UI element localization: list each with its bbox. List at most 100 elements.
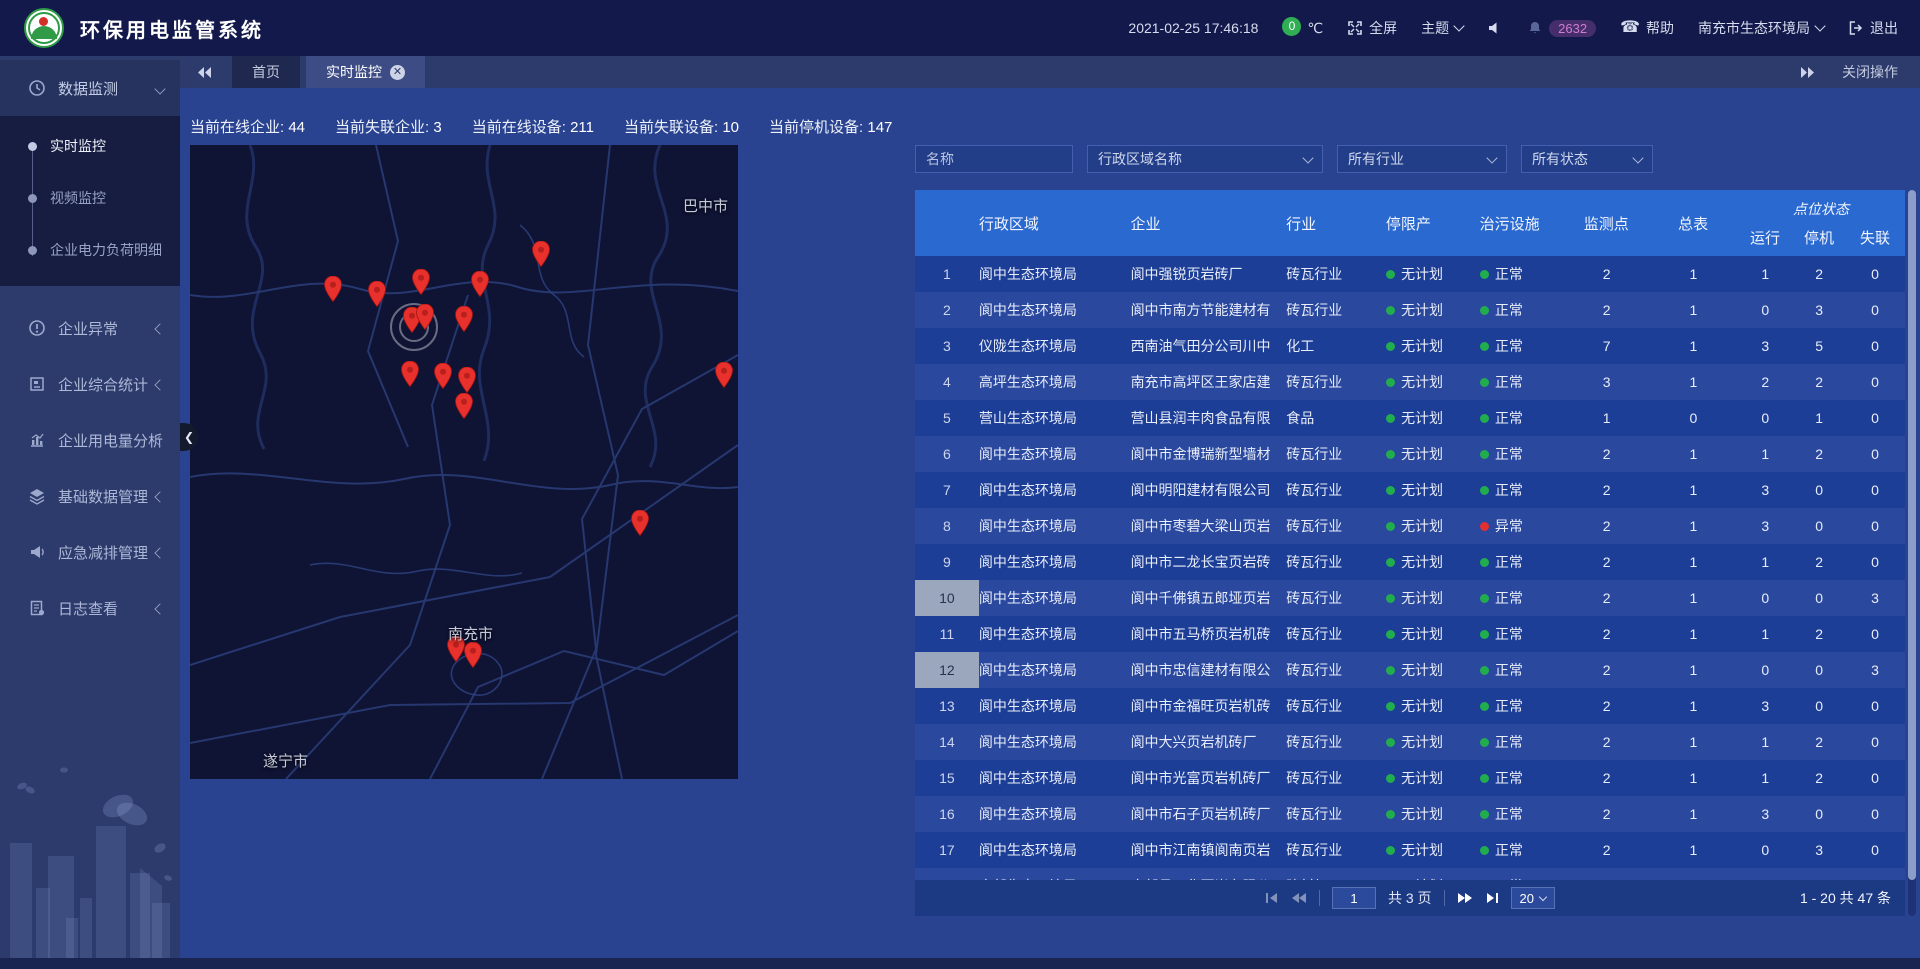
- column-header-index: [915, 190, 979, 256]
- cell-production: 无计划: [1378, 760, 1472, 796]
- cell-monitor-points: 2: [1564, 724, 1650, 760]
- cell-industry: 食品: [1286, 400, 1378, 436]
- logout-button[interactable]: 退出: [1848, 18, 1898, 38]
- table-row[interactable]: 4高坪生态环境局南充市高坪区王家店建砖瓦行业无计划正常31220: [915, 364, 1905, 400]
- table-row[interactable]: 14阆中生态环境局阆中大兴页岩机砖厂砖瓦行业无计划正常21120: [915, 724, 1905, 760]
- table-row[interactable]: 10阆中生态环境局阆中千佛镇五郎垭页岩砖瓦行业无计划正常21003: [915, 580, 1905, 616]
- cell-treatment: 正常: [1472, 400, 1564, 436]
- tabs-scroll-right-button[interactable]: [1800, 67, 1816, 78]
- megaphone-icon: [28, 543, 46, 561]
- theme-dropdown[interactable]: 主题: [1421, 18, 1463, 38]
- column-header-region: 行政区域: [979, 190, 1131, 256]
- cell-company: 阆中明阳建材有限公司: [1131, 472, 1287, 508]
- table-row[interactable]: 8阆中生态环境局阆中市枣碧大梁山页岩砖瓦行业无计划异常21300: [915, 508, 1905, 544]
- cell-stopped: 3: [1793, 292, 1845, 328]
- scrollbar-thumb[interactable]: [1908, 190, 1916, 880]
- first-page-button[interactable]: [1265, 892, 1279, 904]
- map-pin[interactable]: [368, 281, 386, 307]
- phone-icon: ☎: [1620, 20, 1640, 36]
- cell-production: 无计划: [1378, 508, 1472, 544]
- map-pin[interactable]: [412, 269, 430, 295]
- status-dot-icon: [1480, 666, 1489, 675]
- cell-region: 阆中生态环境局: [979, 292, 1131, 328]
- table-row[interactable]: 2阆中生态环境局阆中市南方节能建材有砖瓦行业无计划正常21030: [915, 292, 1905, 328]
- sidebar-item-base-data-management[interactable]: 基础数据管理: [0, 468, 180, 524]
- cell-company: 南充市高坪区王家店建: [1131, 364, 1287, 400]
- page-number-input[interactable]: [1332, 887, 1376, 909]
- cell-company: 阆中市枣碧大梁山页岩: [1131, 508, 1287, 544]
- map-pin[interactable]: [324, 276, 342, 302]
- sidebar-item-emergency-reduction[interactable]: 应急减排管理: [0, 524, 180, 580]
- map-pin[interactable]: [416, 304, 434, 330]
- map-pin[interactable]: [532, 241, 550, 267]
- table-row[interactable]: 1阆中生态环境局阆中强锐页岩砖厂砖瓦行业无计划正常21120: [915, 256, 1905, 292]
- cell-treatment: 正常: [1472, 580, 1564, 616]
- cell-region: 阆中生态环境局: [979, 256, 1131, 292]
- name-search-input[interactable]: [915, 145, 1073, 173]
- map-pin[interactable]: [434, 363, 452, 389]
- sidebar-subitem-video-monitor[interactable]: 视频监控: [0, 172, 180, 224]
- sidebar-item-log-view[interactable]: 日志查看: [0, 580, 180, 636]
- status-dot-icon: [1386, 738, 1395, 747]
- tab-realtime-monitor[interactable]: 实时监控 ✕: [306, 56, 425, 88]
- cell-company: 阆中强锐页岩砖厂: [1131, 256, 1287, 292]
- sidebar-menu: 数据监测实时监控视频监控企业电力负荷明细企业异常企业综合统计企业用电量分析基础数…: [0, 60, 180, 636]
- table-scrollbar[interactable]: [1908, 190, 1916, 916]
- cell-monitor-points: 2: [1564, 760, 1650, 796]
- sidebar-item-data-monitoring[interactable]: 数据监测: [0, 60, 180, 116]
- table-row[interactable]: 15阆中生态环境局阆中市光富页岩机砖厂砖瓦行业无计划正常21120: [915, 760, 1905, 796]
- table-row[interactable]: 13阆中生态环境局阆中市金福旺页岩机砖砖瓦行业无计划正常21300: [915, 688, 1905, 724]
- status-select[interactable]: 所有状态: [1521, 145, 1653, 173]
- table-row[interactable]: 3仪陇生态环境局西南油气田分公司川中化工无计划正常71350: [915, 328, 1905, 364]
- map-pin[interactable]: [464, 642, 482, 668]
- map-pin[interactable]: [455, 306, 473, 332]
- sidebar-subitem-power-load-detail[interactable]: 企业电力负荷明细: [0, 224, 180, 276]
- industry-select[interactable]: 所有行业: [1337, 145, 1507, 173]
- table-row[interactable]: 17阆中生态环境局阆中市江南镇阆南页岩砖瓦行业无计划正常21030: [915, 832, 1905, 868]
- status-dot-icon: [1480, 378, 1489, 387]
- table-row[interactable]: 11阆中生态环境局阆中市五马桥页岩机砖砖瓦行业无计划正常21120: [915, 616, 1905, 652]
- cell-monitor-points: 6: [1564, 868, 1650, 880]
- cell-index: 12: [915, 652, 979, 688]
- notification-area[interactable]: 2632: [1527, 20, 1596, 37]
- sidebar-item-power-usage-analysis[interactable]: 企业用电量分析: [0, 412, 180, 468]
- cell-total-meters: 1: [1650, 292, 1738, 328]
- table-row[interactable]: 9阆中生态环境局阆中市二龙长宝页岩砖砖瓦行业无计划正常21120: [915, 544, 1905, 580]
- map-pin[interactable]: [455, 393, 473, 419]
- sidebar-subitem-realtime-monitor[interactable]: 实时监控: [0, 120, 180, 172]
- top-header: 环保用电监管系统 2021-02-25 17:46:18 0 ℃ 全屏 主题 2…: [0, 0, 1920, 56]
- next-page-button[interactable]: [1457, 892, 1473, 904]
- table-row[interactable]: 16阆中生态环境局阆中市石子页岩机砖厂砖瓦行业无计划正常21300: [915, 796, 1905, 832]
- tab-close-icon[interactable]: ✕: [390, 65, 405, 80]
- map-pin[interactable]: [631, 510, 649, 536]
- status-dot-icon: [1386, 270, 1395, 279]
- cell-industry: 砖瓦行业: [1286, 724, 1378, 760]
- map-pin[interactable]: [715, 362, 733, 388]
- sidebar-item-enterprise-statistics[interactable]: 企业综合统计: [0, 356, 180, 412]
- org-dropdown[interactable]: 南充市生态环境局: [1698, 18, 1824, 38]
- map-pin[interactable]: [458, 367, 476, 393]
- status-dot-icon: [1480, 414, 1489, 423]
- sidebar-item-enterprise-abnormal[interactable]: 企业异常: [0, 300, 180, 356]
- tab-home[interactable]: 首页: [232, 56, 300, 88]
- help-button[interactable]: ☎ 帮助: [1620, 18, 1674, 38]
- table-row[interactable]: 6阆中生态环境局阆中市金博瑞新型墙材砖瓦行业无计划正常21120: [915, 436, 1905, 472]
- table-row[interactable]: 5营山生态环境局营山县润丰肉食品有限食品无计划正常10010: [915, 400, 1905, 436]
- table-row[interactable]: 18南部生态环境局南部县双华页岩有限公建材加工无计划正常60060: [915, 868, 1905, 880]
- table-row[interactable]: 12阆中生态环境局阆中市忠信建材有限公砖瓦行业无计划正常21003: [915, 652, 1905, 688]
- map-pin[interactable]: [401, 361, 419, 387]
- map-pin[interactable]: [471, 271, 489, 297]
- chevron-left-icon: [154, 379, 165, 390]
- fullscreen-button[interactable]: 全屏: [1347, 18, 1397, 38]
- region-select[interactable]: 行政区域名称: [1087, 145, 1323, 173]
- page-size-select[interactable]: 20: [1511, 887, 1555, 909]
- prev-page-button[interactable]: [1291, 892, 1307, 904]
- table-row[interactable]: 7阆中生态环境局阆中明阳建材有限公司砖瓦行业无计划正常21300: [915, 472, 1905, 508]
- last-page-button[interactable]: [1485, 892, 1499, 904]
- close-operations-dropdown[interactable]: 关闭操作: [1842, 62, 1898, 82]
- map-panel[interactable]: 巴中市南充市遂宁市: [190, 145, 738, 779]
- speaker-button[interactable]: [1487, 20, 1503, 36]
- timeline-dot-icon: [28, 246, 37, 255]
- tabs-scroll-left-button[interactable]: [196, 67, 212, 78]
- prev-page-icon: [1291, 892, 1307, 904]
